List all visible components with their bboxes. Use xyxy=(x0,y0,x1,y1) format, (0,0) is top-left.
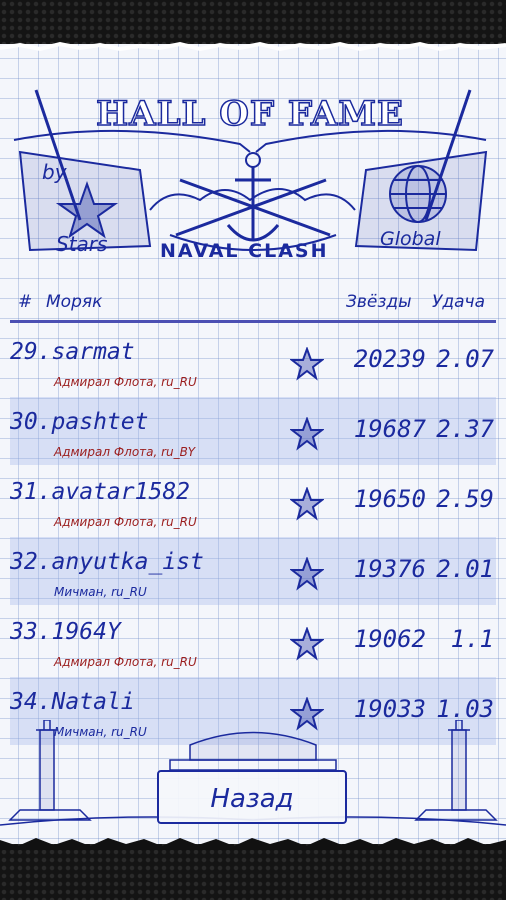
column-header-stars: Звёзды xyxy=(346,292,412,312)
player-stars: 19650 xyxy=(353,485,426,513)
player-name: 29.sarmat xyxy=(10,339,135,365)
player-stars: 19033 xyxy=(353,695,426,723)
leaderboard-row[interactable]: 32.anyutka_ist Мичман, ru_RU 19376 2.01 xyxy=(10,537,496,605)
player-rank: Адмирал Флота, ru_RU xyxy=(54,515,197,529)
player-luck: 2.07 xyxy=(436,345,494,373)
leaderboard-row[interactable]: 29.sarmat Адмирал Флота, ru_RU 20239 2.0… xyxy=(10,327,496,395)
star-icon xyxy=(290,487,324,521)
star-icon xyxy=(290,417,324,451)
player-luck: 1.03 xyxy=(436,695,494,723)
leaderboard-row[interactable]: 33.1964Y Адмирал Флота, ru_RU 19062 1.1 xyxy=(10,607,496,675)
player-luck: 1.1 xyxy=(450,625,494,653)
player-rank: Адмирал Флота, ru_RU xyxy=(54,655,197,669)
player-luck: 2.37 xyxy=(436,415,494,443)
player-name: 33.1964Y xyxy=(10,619,121,645)
header-divider xyxy=(10,320,496,323)
torn-edge-top xyxy=(0,41,506,52)
player-stars: 19687 xyxy=(353,415,426,443)
leaderboard-list[interactable]: 29.sarmat Адмирал Флота, ru_RU 20239 2.0… xyxy=(10,327,496,745)
globe-icon xyxy=(389,165,447,223)
player-stars: 20239 xyxy=(353,345,426,373)
star-icon xyxy=(290,627,324,661)
column-header-sailor: Моряк xyxy=(46,292,103,312)
player-name: 31.avatar1582 xyxy=(10,479,191,505)
player-name: 32.anyutka_ist xyxy=(10,549,204,575)
column-header-number: # xyxy=(18,292,33,312)
player-rank: Мичман, ru_RU xyxy=(54,585,147,599)
player-rank: Адмирал Флота, ru_BY xyxy=(54,445,196,459)
column-header-luck: Удача xyxy=(432,292,485,312)
player-name: 34.Natali xyxy=(10,689,135,715)
back-button[interactable]: Назад xyxy=(157,770,347,824)
leaderboard-row[interactable]: 30.pashtet Адмирал Флота, ru_BY 19687 2.… xyxy=(10,397,496,465)
player-luck: 2.59 xyxy=(436,485,494,513)
player-luck: 2.01 xyxy=(436,555,494,583)
game-logo-text: NAVAL CLASH xyxy=(160,240,329,262)
star-icon xyxy=(290,347,324,381)
player-name: 30.pashtet xyxy=(10,409,149,435)
sort-by-stars-button[interactable]: Stars xyxy=(56,232,107,256)
star-icon xyxy=(290,557,324,591)
by-label: by xyxy=(42,160,67,184)
global-ranking-button[interactable]: Global xyxy=(380,228,441,250)
player-stars: 19376 xyxy=(353,555,426,583)
page-title: HALL OF FAME xyxy=(95,93,404,135)
leaderboard-row[interactable]: 31.avatar1582 Адмирал Флота, ru_RU 19650… xyxy=(10,467,496,535)
player-rank: Адмирал Флота, ru_RU xyxy=(54,375,197,389)
player-stars: 19062 xyxy=(353,625,426,653)
